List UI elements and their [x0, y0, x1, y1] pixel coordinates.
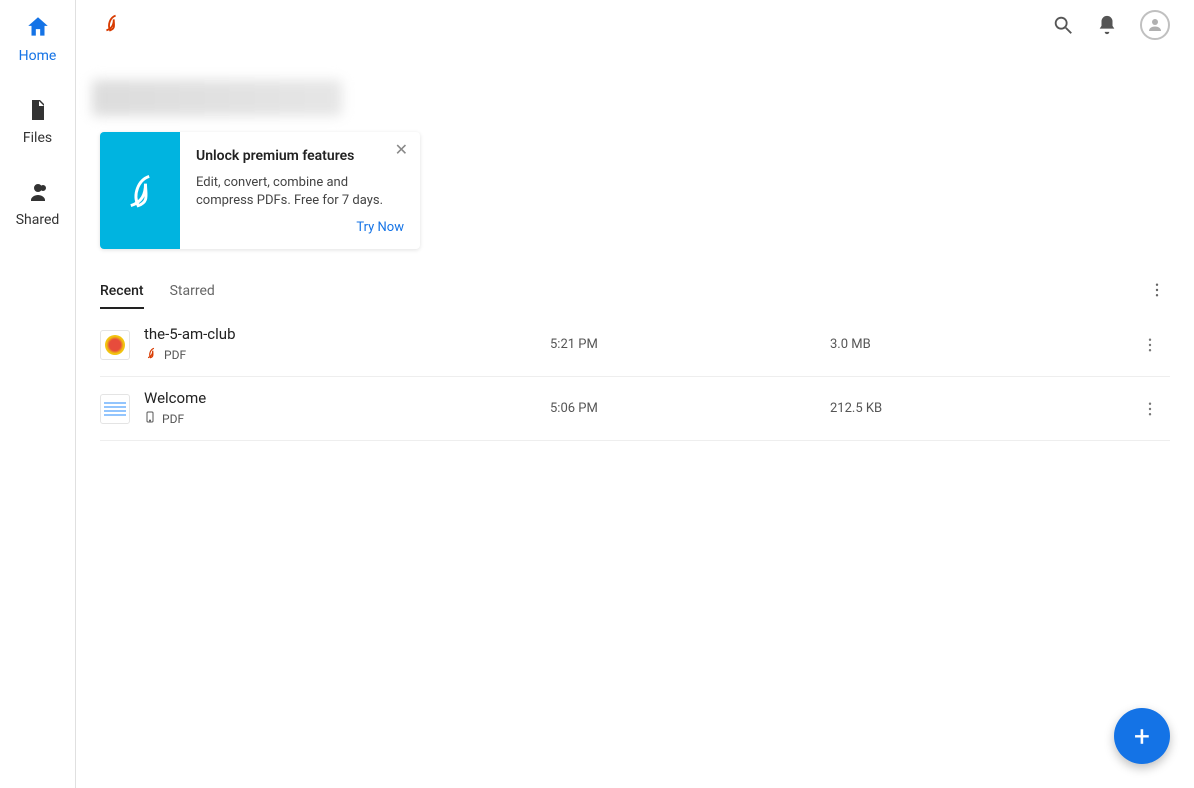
tabs-overflow-menu-icon[interactable]: [1144, 277, 1170, 307]
promo-try-now-link[interactable]: Try Now: [196, 220, 404, 235]
tab-recent[interactable]: Recent: [100, 275, 144, 309]
bell-icon[interactable]: [1096, 14, 1118, 36]
file-row[interactable]: Welcome PDF 5:06 PM 212.5 KB: [100, 377, 1170, 441]
row-overflow-menu-icon[interactable]: [1130, 400, 1170, 418]
topbar: [76, 0, 1194, 50]
device-icon: [144, 409, 156, 428]
file-size: 212.5 KB: [830, 401, 1130, 416]
row-overflow-menu-icon[interactable]: [1130, 336, 1170, 354]
promo-card: Unlock premium features Edit, convert, c…: [100, 132, 420, 249]
file-thumbnail: [100, 394, 130, 424]
sidebar-item-label: Home: [19, 48, 57, 64]
file-row[interactable]: the-5-am-club PDF 5:21 PM 3.0 MB: [100, 313, 1170, 377]
people-icon: [26, 180, 50, 208]
sidebar: Home Files Shared: [0, 0, 76, 788]
tabs: Recent Starred: [100, 275, 1170, 309]
tab-starred[interactable]: Starred: [170, 275, 215, 309]
file-type-label: PDF: [162, 412, 184, 426]
sidebar-item-label: Files: [23, 130, 52, 146]
pdf-icon: [144, 345, 158, 364]
sidebar-item-shared[interactable]: Shared: [8, 180, 68, 228]
fab-add-button[interactable]: +: [1114, 708, 1170, 764]
file-icon: [26, 98, 50, 126]
file-list: the-5-am-club PDF 5:21 PM 3.0 MB: [100, 313, 1170, 441]
file-time: 5:06 PM: [550, 401, 830, 416]
file-type-label: PDF: [164, 348, 186, 362]
file-thumbnail: [100, 330, 130, 360]
content: Unlock premium features Edit, convert, c…: [76, 50, 1194, 788]
promo-description: Edit, convert, combine and compress PDFs…: [196, 174, 404, 210]
close-icon[interactable]: ✕: [395, 142, 408, 158]
file-size: 3.0 MB: [830, 337, 1130, 352]
sidebar-item-label: Shared: [16, 212, 60, 228]
acrobat-logo-icon: [100, 12, 122, 38]
promo-image: [100, 132, 180, 249]
file-name[interactable]: the-5-am-club: [144, 325, 550, 343]
promo-title: Unlock premium features: [196, 148, 404, 164]
file-name[interactable]: Welcome: [144, 389, 550, 407]
main: Unlock premium features Edit, convert, c…: [76, 0, 1194, 788]
sidebar-item-home[interactable]: Home: [8, 14, 68, 64]
home-icon: [25, 14, 51, 44]
file-time: 5:21 PM: [550, 337, 830, 352]
search-icon[interactable]: [1052, 14, 1074, 36]
greeting-redacted: [92, 80, 342, 116]
plus-icon: +: [1134, 720, 1150, 753]
profile-avatar[interactable]: [1140, 10, 1170, 40]
sidebar-item-files[interactable]: Files: [8, 98, 68, 146]
